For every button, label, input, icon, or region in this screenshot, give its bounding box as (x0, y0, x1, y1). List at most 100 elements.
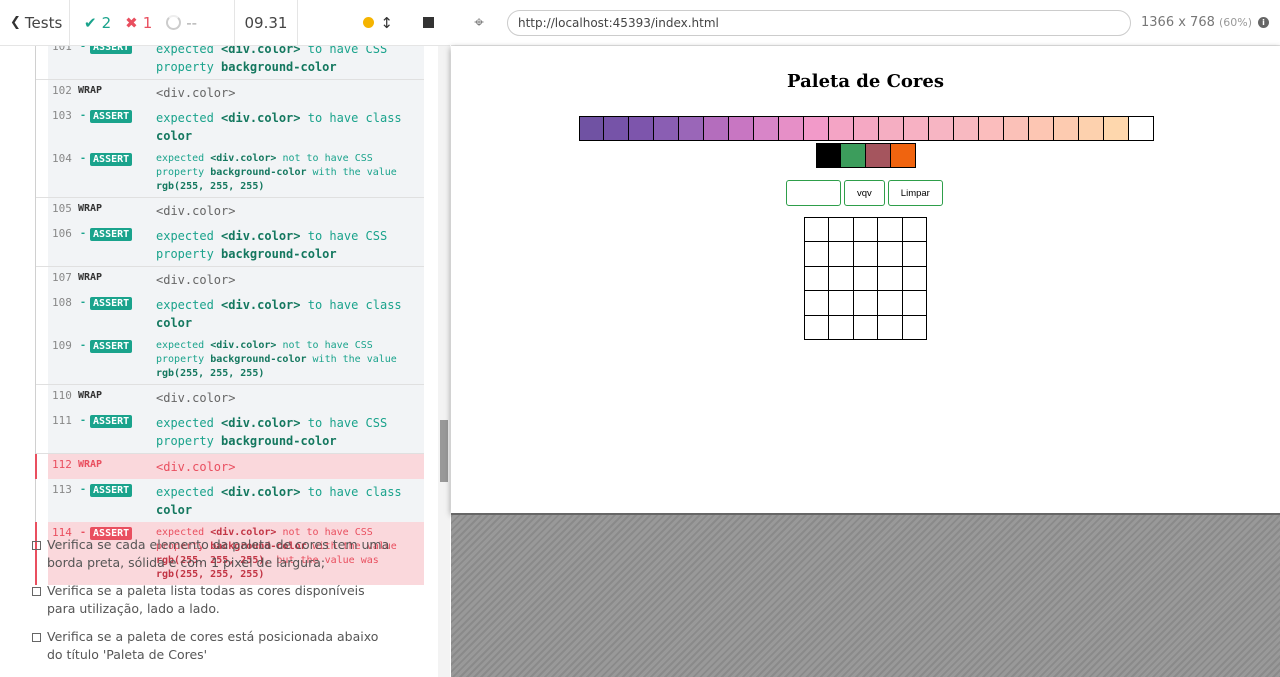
nested-dash: - (80, 415, 87, 426)
pixel[interactable] (853, 218, 879, 243)
pixel[interactable] (829, 291, 854, 316)
message-highlight: <div.color> (221, 416, 301, 430)
viewport-size: 1366 x 768 (1141, 15, 1215, 30)
pixel[interactable] (878, 315, 903, 340)
pixel[interactable] (829, 315, 854, 340)
command-row[interactable]: 105 WRAP <div.color> (36, 198, 424, 223)
board-size-input[interactable] (786, 180, 841, 206)
command-name: WRAP (78, 390, 103, 401)
color-swatch[interactable] (979, 116, 1004, 141)
color-swatch[interactable] (804, 116, 829, 141)
vqv-button[interactable]: vqv (844, 180, 885, 206)
color-swatch[interactable] (579, 116, 604, 141)
pending-stat[interactable]: -- (166, 14, 197, 32)
pixel[interactable] (805, 315, 830, 340)
pixel[interactable] (805, 291, 830, 316)
color-swatch[interactable] (1029, 116, 1054, 141)
pixel[interactable] (878, 266, 903, 292)
command-row[interactable]: 102 WRAP <div.color> (36, 80, 424, 105)
color-swatch[interactable] (1129, 116, 1154, 141)
command-name: WRAP (78, 85, 103, 96)
assert-badge: ASSERT (90, 340, 133, 353)
command-row[interactable]: 103- ASSERT expected <div.color> to have c… (36, 105, 424, 148)
pixel[interactable] (805, 218, 830, 243)
command-row[interactable]: 104- ASSERT expected <div.color> not to ha… (36, 148, 424, 197)
color-swatch[interactable] (1104, 116, 1129, 141)
command-row[interactable]: 112 WRAP <div.color> (35, 454, 424, 479)
color-swatch[interactable] (679, 116, 704, 141)
command-name: - ASSERT (78, 483, 156, 519)
test-item[interactable]: Verifica se a paleta lista todas as core… (32, 582, 392, 618)
color-swatch[interactable] (604, 116, 629, 141)
color-swatch[interactable] (654, 116, 679, 141)
color-swatch[interactable] (1054, 116, 1079, 141)
color-swatch[interactable] (929, 116, 954, 141)
info-icon[interactable]: i (1258, 17, 1270, 28)
url-bar[interactable]: http://localhost:45393/index.html (507, 9, 1131, 36)
tests-button[interactable]: ❮ Tests (0, 0, 70, 46)
color-swatch[interactable] (704, 116, 729, 141)
nested-dash: - (80, 484, 87, 495)
pixel[interactable] (902, 242, 927, 267)
command-row[interactable]: 109- ASSERT expected <div.color> not to ha… (36, 335, 424, 384)
color-swatch[interactable] (841, 143, 866, 168)
color-swatch[interactable] (629, 116, 654, 141)
stop-icon[interactable] (423, 17, 434, 28)
pixel[interactable] (902, 291, 927, 316)
color-swatch[interactable] (816, 143, 841, 168)
pixel[interactable] (878, 291, 903, 316)
color-swatch[interactable] (1004, 116, 1029, 141)
color-swatch[interactable] (1079, 116, 1104, 141)
pixel[interactable] (878, 242, 903, 267)
scrollbar[interactable] (438, 46, 450, 677)
color-swatch[interactable] (904, 116, 929, 141)
page-title: Paleta de Cores (787, 71, 944, 92)
command-row[interactable]: 106- ASSERT expected <div.color> to have C… (36, 223, 424, 266)
color-swatch[interactable] (829, 116, 854, 141)
pixel[interactable] (878, 218, 903, 243)
color-swatch[interactable] (754, 116, 779, 141)
pixel[interactable] (829, 266, 854, 292)
scrollbar-thumb[interactable] (440, 420, 448, 482)
nested-dash: - (80, 340, 87, 351)
command-row[interactable]: 101- ASSERT expected <div.color> to have C… (36, 46, 424, 79)
command-name: - ASSERT (78, 296, 156, 332)
command-number: 108 (52, 296, 72, 309)
color-swatch[interactable] (854, 116, 879, 141)
command-message: <div.color> (156, 204, 236, 218)
test-item[interactable]: Verifica se a paleta de cores está posic… (32, 628, 392, 664)
color-swatch[interactable] (891, 143, 916, 168)
selector-playground-icon[interactable]: ⌖ (451, 13, 507, 33)
pixel[interactable] (902, 266, 927, 292)
message-text: expected (156, 485, 222, 499)
color-swatch[interactable] (779, 116, 804, 141)
message-highlight: <div.color> (221, 229, 301, 243)
pixel[interactable] (829, 242, 854, 267)
command-row[interactable]: 113- ASSERT expected <div.color> to have c… (36, 479, 424, 522)
pixel[interactable] (853, 291, 879, 316)
command-message: <div.color> (156, 460, 236, 474)
passed-stat[interactable]: ✔ 2 (84, 14, 111, 32)
pixel[interactable] (902, 315, 927, 340)
pixel[interactable] (853, 242, 879, 267)
command-row[interactable]: 107 WRAP <div.color> (36, 267, 424, 292)
command-row[interactable]: 111- ASSERT expected <div.color> to have C… (36, 410, 424, 453)
command-row[interactable]: 108- ASSERT expected <div.color> to have c… (36, 292, 424, 335)
clear-board-button[interactable]: Limpar (887, 180, 943, 206)
pixel[interactable] (902, 218, 927, 243)
pixel[interactable] (853, 315, 879, 340)
reporter-header: ❮ Tests ✔ 2 ✖ 1 -- 09.31 ↕ (0, 0, 450, 46)
test-item[interactable]: Verifica se cada elemento da paleta de c… (32, 536, 392, 572)
pixel[interactable] (805, 242, 830, 267)
command-row[interactable]: 110 WRAP <div.color> (36, 385, 424, 410)
pixel[interactable] (805, 266, 830, 292)
pixel[interactable] (853, 266, 879, 292)
color-swatch[interactable] (729, 116, 754, 141)
auto-scroll-icon[interactable]: ↕ (380, 14, 393, 32)
color-swatch[interactable] (866, 143, 891, 168)
nested-dash: - (80, 110, 87, 121)
pixel[interactable] (829, 218, 854, 243)
color-swatch[interactable] (879, 116, 904, 141)
color-swatch[interactable] (954, 116, 979, 141)
failed-stat[interactable]: ✖ 1 (125, 14, 152, 32)
